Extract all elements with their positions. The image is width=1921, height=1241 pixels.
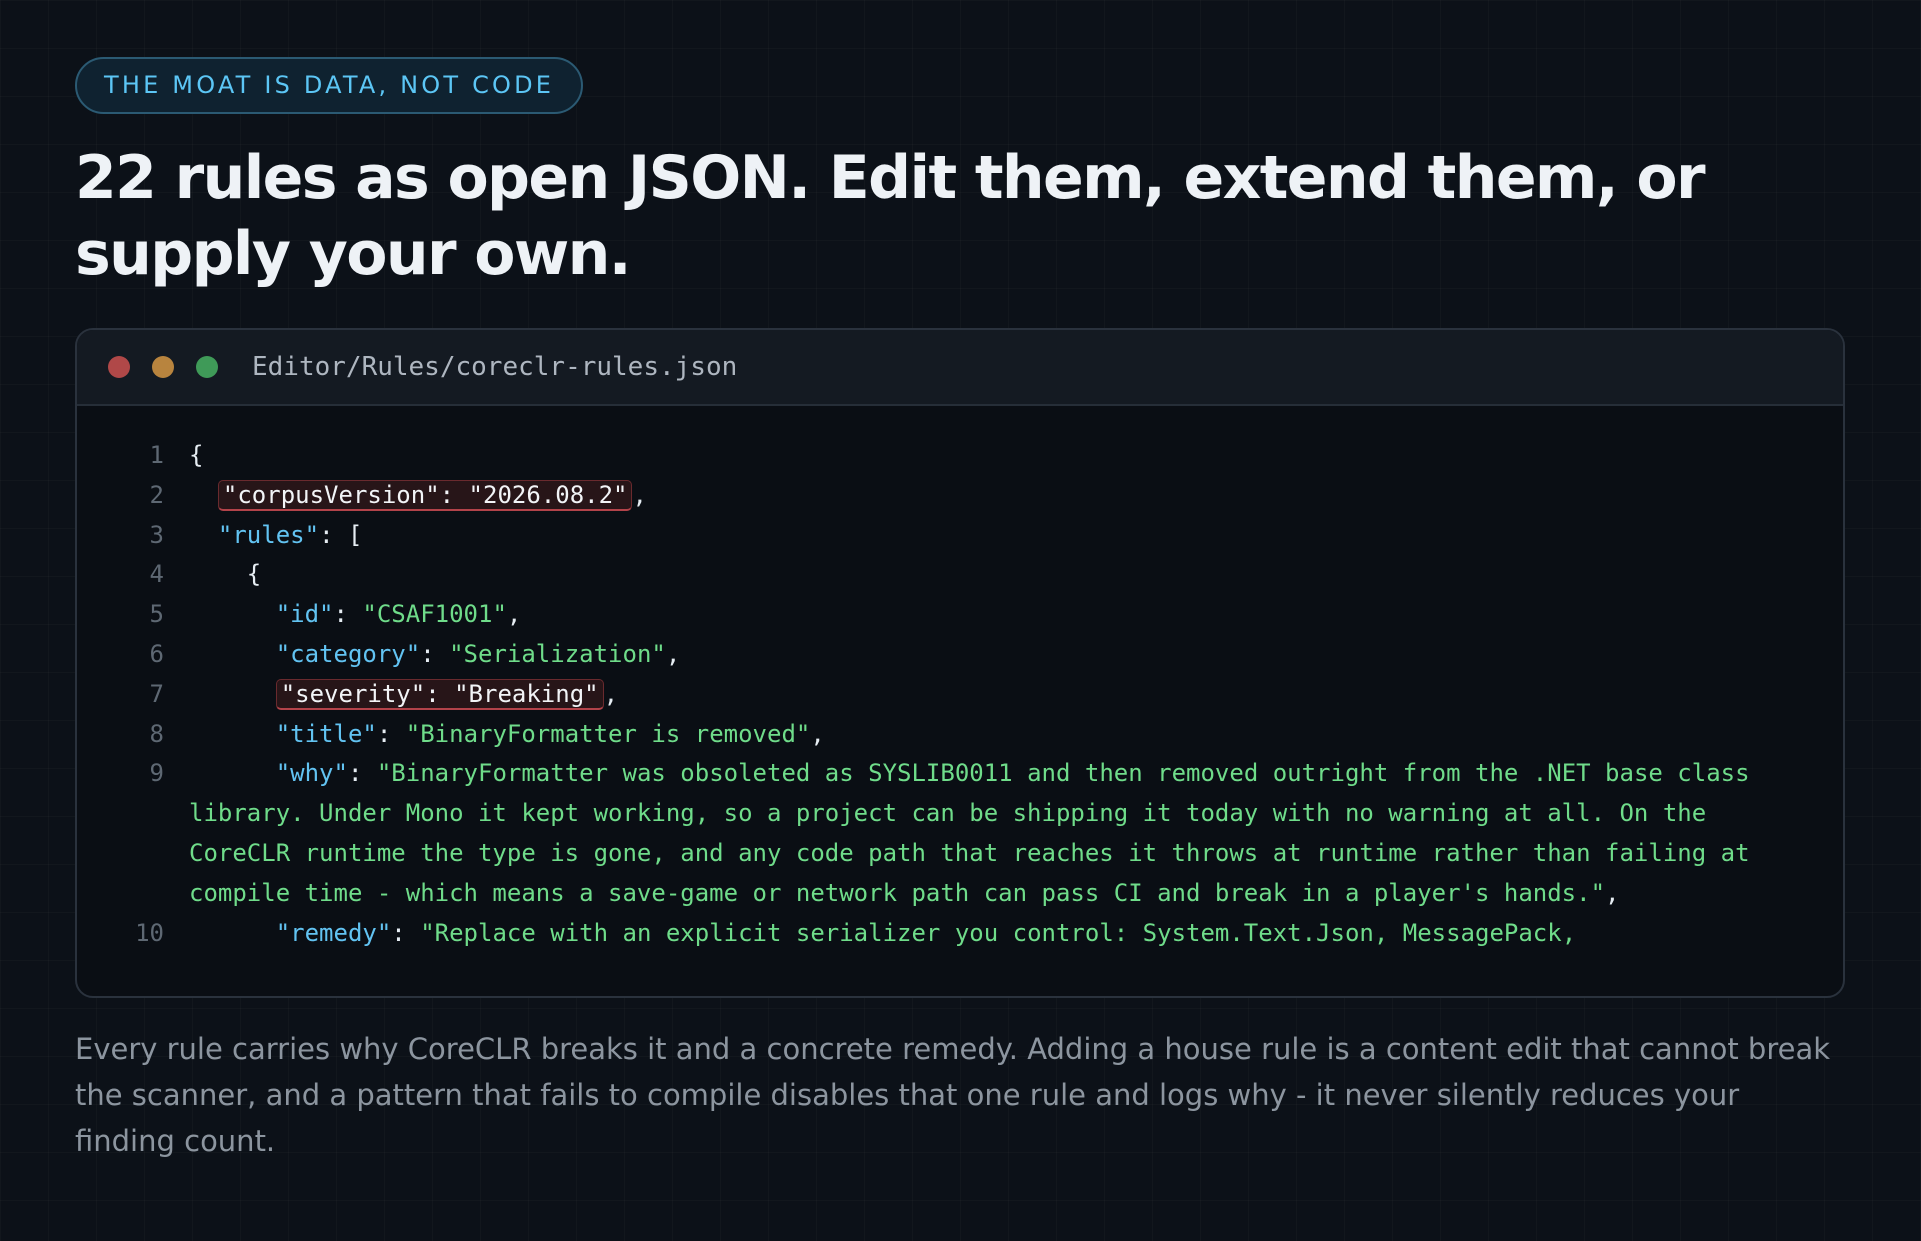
open-brace: { xyxy=(246,560,262,589)
json-key: "category" xyxy=(275,639,421,668)
line-number: 7 xyxy=(149,679,164,708)
code-line: 10 "remedy": "Replace with an explicit s… xyxy=(77,914,1843,954)
json-string: "CSAF1001" xyxy=(362,600,507,629)
line-content: "corpusVersion": "2026.08.2", xyxy=(189,476,1809,516)
comma: , xyxy=(810,719,825,748)
json-string: "BinaryFormatter is removed" xyxy=(405,719,811,748)
open-brace: { xyxy=(189,441,204,469)
line-content: "id": "CSAF1001", xyxy=(189,595,1809,635)
json-separator: : xyxy=(420,639,450,668)
code-line: 5 "id": "CSAF1001", xyxy=(77,595,1843,635)
line-content: "remedy": "Replace with an explicit seri… xyxy=(189,914,1809,954)
line-content: "rules": [ xyxy=(189,516,1809,556)
json-key: "why" xyxy=(275,759,348,788)
section: THE MOAT IS DATA, NOT CODE 22 rules as o… xyxy=(75,57,1845,1164)
code-line: 7 "severity": "Breaking", xyxy=(77,675,1843,715)
json-string: "Serialization" xyxy=(449,639,666,668)
comma: , xyxy=(506,600,522,629)
page-title: 22 rules as open JSON. Edit them, extend… xyxy=(75,143,1706,289)
line-number: 9 xyxy=(149,759,164,788)
code-line: 8 "title": "BinaryFormatter is removed", xyxy=(77,715,1843,755)
comma: , xyxy=(665,639,681,668)
json-separator: : xyxy=(347,759,377,788)
json-separator: : xyxy=(376,719,406,748)
json-separator: : xyxy=(391,918,421,947)
line-number: 10 xyxy=(135,918,164,947)
json-string: "BinaryFormatter was obsoleted as SYSLIB… xyxy=(189,759,1764,907)
code-line: 6 "category": "Serialization", xyxy=(77,635,1843,675)
line-content: "title": "BinaryFormatter is removed", xyxy=(189,715,1809,755)
line-content: "why": "BinaryFormatter was obsoleted as… xyxy=(189,754,1809,913)
editor-file-path: Editor/Rules/coreclr-rules.json xyxy=(252,352,738,382)
minimize-dot-icon xyxy=(152,356,174,378)
line-number: 5 xyxy=(149,600,164,629)
maximize-dot-icon xyxy=(196,356,218,378)
close-dot-icon xyxy=(108,356,130,378)
json-separator: : xyxy=(333,600,363,629)
code-line: 3 "rules": [ xyxy=(77,516,1843,556)
caption-text: Every rule carries why CoreCLR breaks it… xyxy=(75,1032,1831,1158)
json-key: "title" xyxy=(275,719,377,748)
highlighted-severity: "severity": "Breaking" xyxy=(275,678,604,710)
line-content: { xyxy=(189,436,1809,476)
line-number: 4 xyxy=(149,560,164,589)
json-key: "rules" xyxy=(217,520,320,549)
line-content: { xyxy=(189,555,1809,595)
json-punctuation: : [ xyxy=(319,520,363,549)
line-content: "category": "Serialization", xyxy=(189,635,1809,675)
code-line: 9 "why": "BinaryFormatter was obsoleted … xyxy=(77,754,1843,913)
code-line: 1 { xyxy=(77,436,1843,476)
code-body[interactable]: 1 { 2 "corpusVersion": "2026.08.2", 3 "r… xyxy=(77,406,1843,953)
code-line: 2 "corpusVersion": "2026.08.2", xyxy=(77,476,1843,516)
code-editor-window: Editor/Rules/coreclr-rules.json 1 { 2 "c… xyxy=(75,328,1845,998)
line-number: 2 xyxy=(149,480,164,509)
json-string: "Replace with an explicit serializer you… xyxy=(420,918,1577,947)
line-number: 1 xyxy=(149,441,164,469)
line-number: 6 xyxy=(149,639,164,668)
json-key: "id" xyxy=(275,600,334,629)
code-line: 4 { xyxy=(77,555,1843,595)
line-number: 3 xyxy=(149,520,164,549)
eyebrow-badge: THE MOAT IS DATA, NOT CODE xyxy=(75,57,584,114)
json-key: "remedy" xyxy=(275,918,392,947)
comma: , xyxy=(603,679,619,708)
editor-titlebar: Editor/Rules/coreclr-rules.json xyxy=(77,330,1843,406)
highlighted-corpus-version: "corpusVersion": "2026.08.2" xyxy=(217,479,633,511)
line-content: "severity": "Breaking", xyxy=(189,675,1809,715)
line-number: 8 xyxy=(149,719,164,748)
comma: , xyxy=(1605,878,1620,907)
comma: , xyxy=(632,480,647,509)
